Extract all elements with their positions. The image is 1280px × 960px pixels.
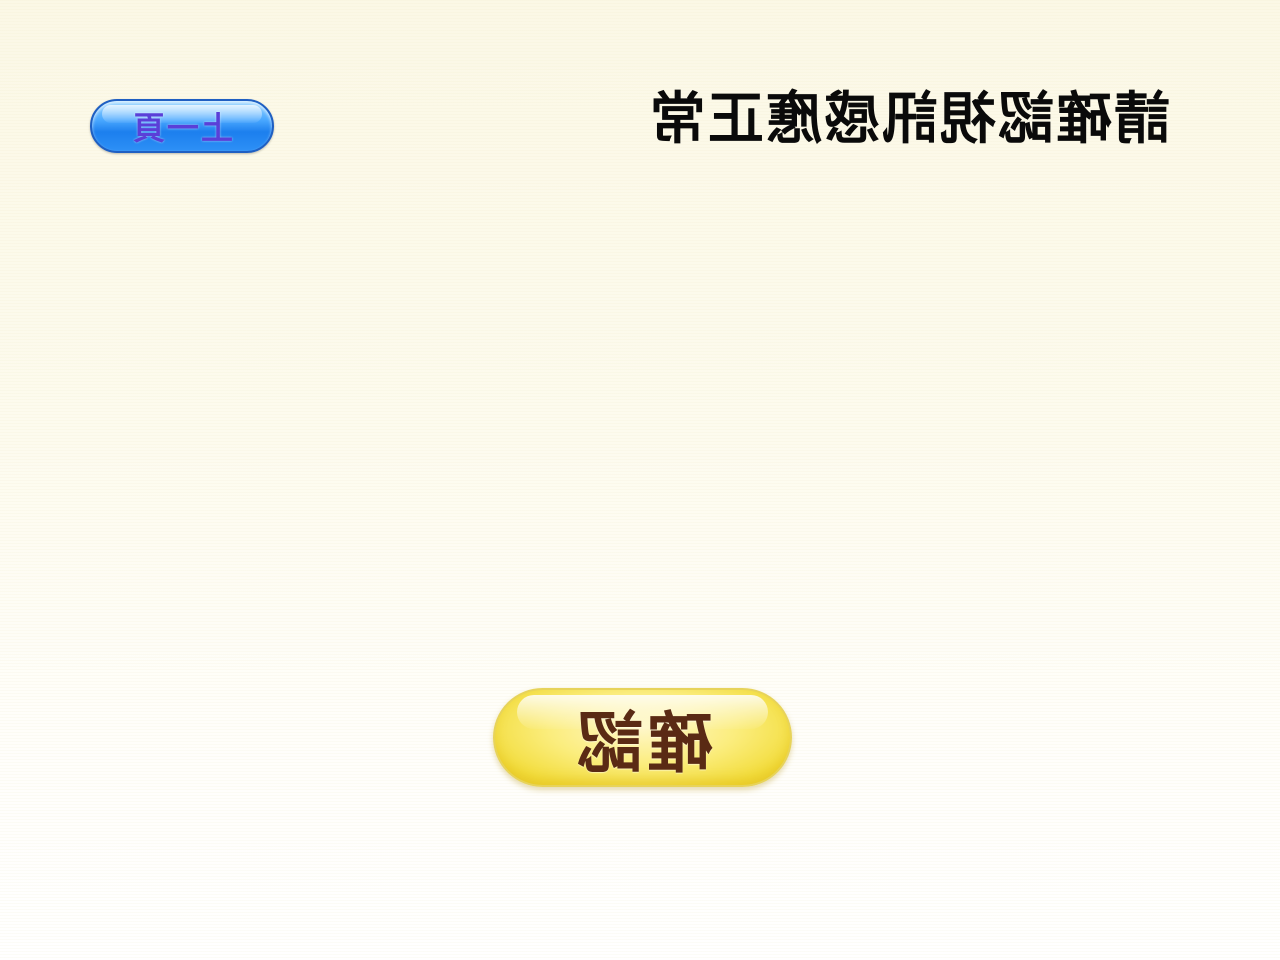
page-title-text: 請確認視訊感應正常 xyxy=(648,87,1170,152)
confirm-label: 確認 xyxy=(572,704,713,782)
screen: { "header": { "prev_label": "上一頁", "titl… xyxy=(0,0,1280,960)
page-title: 請確認視訊感應正常 xyxy=(648,87,1170,152)
previous-page-label: 上一頁 xyxy=(130,109,233,147)
confirm-button[interactable]: 確認 xyxy=(493,688,792,787)
previous-page-button[interactable]: 上一頁 xyxy=(90,99,274,153)
